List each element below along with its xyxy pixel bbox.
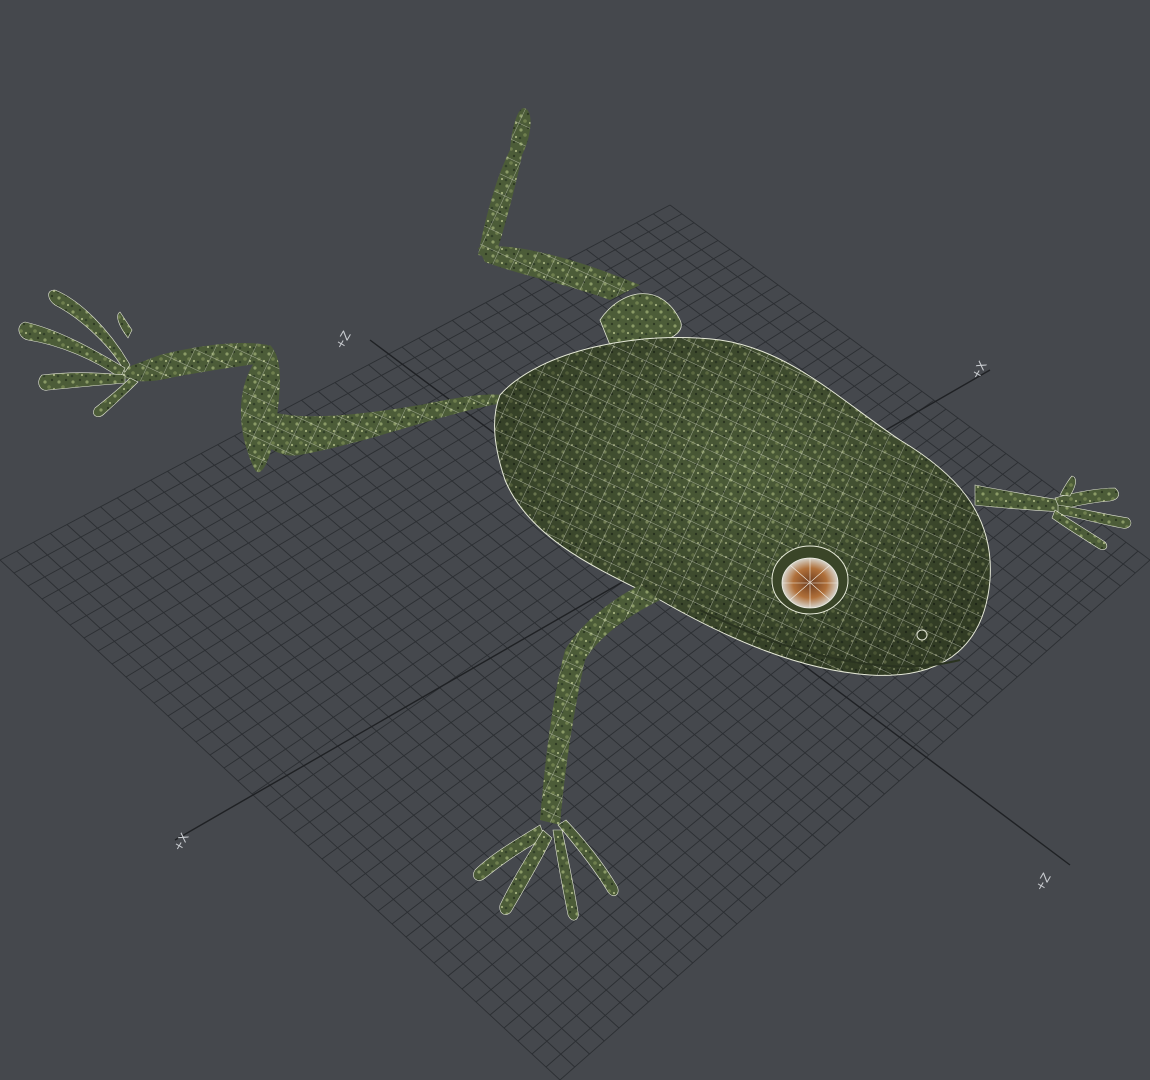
frog-eye[interactable] xyxy=(771,545,849,615)
frog-model[interactable] xyxy=(18,108,1132,921)
3d-viewport[interactable]: +Z +X +X +Z xyxy=(0,0,1150,1080)
viewport-canvas[interactable]: +Z +X +X +Z xyxy=(0,0,1150,1080)
axis-label-z-pos: +Z xyxy=(1032,871,1053,894)
axis-label-x-pos: +X xyxy=(968,359,989,382)
axis-label-z-neg: +Z xyxy=(332,329,353,352)
frog-body[interactable] xyxy=(494,337,991,676)
frog-back-left-leg[interactable] xyxy=(18,289,520,473)
axis-label-x-neg: +X xyxy=(170,831,191,854)
